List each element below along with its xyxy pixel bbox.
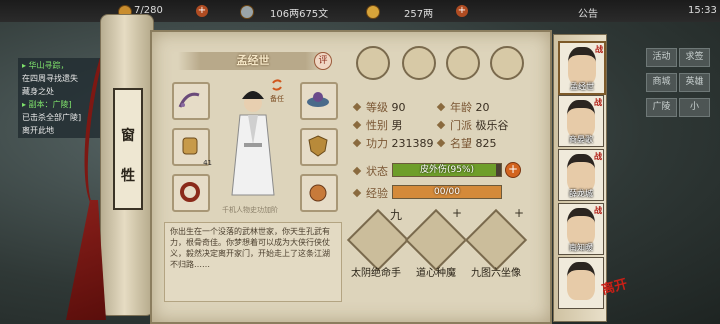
exp-label: 经验 bbox=[352, 185, 388, 201]
age-row: 年龄 20 bbox=[436, 99, 490, 115]
silver-value: 106两675文 bbox=[270, 9, 329, 20]
character-name: 孟经世 bbox=[178, 52, 328, 70]
right-menu: 活动 求签 商城 英雄 广陵小 bbox=[645, 44, 711, 119]
swap-icon bbox=[272, 79, 282, 91]
hat-icon bbox=[307, 92, 329, 107]
status-label: 状态 bbox=[352, 163, 388, 179]
hero-caption: 千机人物史功加阶 bbox=[222, 206, 278, 214]
art-mark: + bbox=[452, 206, 463, 220]
sect-value: 极乐谷 bbox=[475, 119, 509, 132]
treasure-slot[interactable] bbox=[300, 174, 338, 212]
art-mark: 九 bbox=[390, 208, 403, 222]
heal-button[interactable]: + bbox=[505, 162, 521, 178]
boots-slot[interactable] bbox=[300, 128, 338, 166]
menu-button[interactable]: 广陵 bbox=[646, 98, 677, 117]
gender-row: 性别 男 bbox=[352, 117, 403, 133]
level-value: 90 bbox=[391, 101, 406, 114]
notice-button[interactable]: 公告 bbox=[578, 5, 598, 20]
character-bio: 你出生在一个没落的武林世家，你天生孔武有力，根骨奇佳。你梦想着可以成为大侠行侠仗… bbox=[164, 222, 342, 302]
scroll-icon[interactable] bbox=[402, 46, 436, 80]
roster-card[interactable]: 战孟经世 bbox=[558, 41, 606, 95]
menu-button[interactable]: 英雄 bbox=[679, 73, 710, 92]
add-stamina-button[interactable]: + bbox=[196, 5, 208, 17]
martial-art-name: 道心种魔 bbox=[416, 268, 456, 279]
level-row: 等级 90 bbox=[352, 99, 406, 115]
martial-art-name: 九图六坐像 bbox=[471, 268, 521, 279]
status-bar: 皮外伤(95%) bbox=[392, 163, 502, 177]
menu-button[interactable]: 活动 bbox=[646, 48, 677, 67]
martial-art-name: 太阴绝命手 bbox=[351, 268, 401, 279]
roster-card[interactable] bbox=[558, 257, 604, 309]
yellow-book-icon[interactable] bbox=[356, 46, 390, 80]
add-gold-button[interactable]: + bbox=[456, 5, 468, 17]
fame-row: 名望 825 bbox=[436, 135, 497, 151]
power-row: 功力 231389 bbox=[352, 135, 434, 151]
gold-value: 257两 bbox=[404, 9, 434, 20]
status-text: 皮外伤(95%) bbox=[419, 165, 475, 175]
weapon-slot[interactable] bbox=[172, 82, 210, 120]
armor-slot[interactable]: 41 bbox=[172, 128, 212, 167]
helmet-slot[interactable] bbox=[300, 82, 338, 120]
ring-icon bbox=[180, 182, 200, 202]
surname-char: 窗 bbox=[121, 128, 135, 144]
menu-button[interactable]: 商城 bbox=[646, 73, 677, 92]
body-icon[interactable] bbox=[490, 46, 524, 80]
taiji-icon[interactable] bbox=[446, 46, 480, 80]
rating-badge[interactable]: 评 bbox=[314, 52, 332, 70]
shield-icon bbox=[308, 135, 328, 157]
menu-button[interactable]: 小 bbox=[679, 98, 710, 117]
armor-icon bbox=[182, 137, 198, 155]
pouch-icon bbox=[309, 184, 327, 202]
art-mark: + bbox=[514, 206, 525, 220]
roster-card[interactable]: 战商晏歌 bbox=[558, 95, 604, 147]
roster-card[interactable]: 战薛龙城 bbox=[558, 149, 604, 201]
gold-icon bbox=[366, 5, 380, 19]
exp-bar: 00/00 bbox=[392, 185, 502, 199]
age-value: 20 bbox=[475, 101, 490, 114]
silver-icon bbox=[240, 5, 254, 19]
fame-value: 825 bbox=[475, 137, 497, 150]
swap-label: 备任 bbox=[270, 95, 284, 103]
chain-weapon-icon bbox=[178, 92, 200, 108]
roster-card[interactable]: 战南知暖 bbox=[558, 203, 604, 255]
swap-badge[interactable]: 备任 bbox=[270, 78, 284, 104]
accessory-slot[interactable] bbox=[172, 174, 210, 212]
power-value: 231389 bbox=[391, 137, 434, 150]
surname-plaque: 窗 牲 bbox=[113, 88, 143, 210]
exp-text: 00/00 bbox=[434, 187, 460, 197]
slot-level: 41 bbox=[203, 159, 212, 167]
surname-char: 牲 bbox=[121, 168, 135, 184]
menu-button[interactable]: 求签 bbox=[679, 48, 710, 67]
gender-value: 男 bbox=[391, 119, 403, 132]
sect-row: 门派 极乐谷 bbox=[436, 117, 509, 133]
clock: 15:33 bbox=[688, 5, 717, 16]
quest-line: ▸ 华山寻踪， bbox=[22, 61, 69, 70]
